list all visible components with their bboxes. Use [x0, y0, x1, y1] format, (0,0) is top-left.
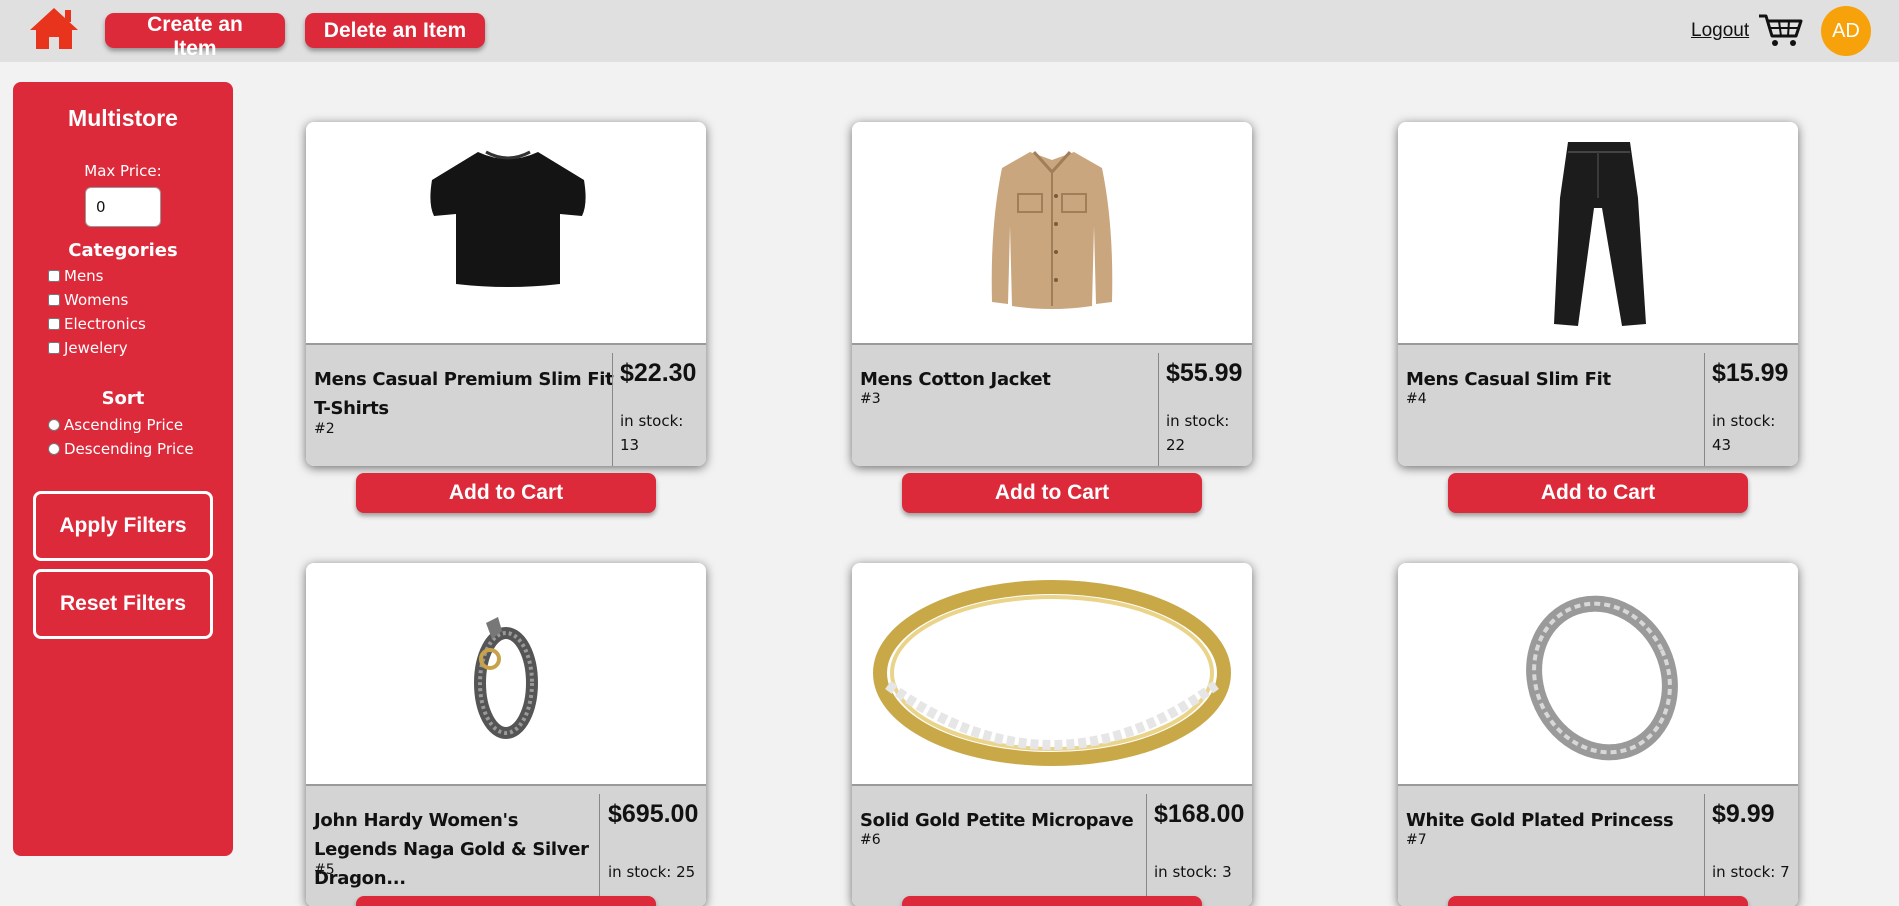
product-price: $22.30 [620, 359, 697, 387]
product-price: $15.99 [1712, 359, 1789, 387]
avatar[interactable]: AD [1821, 6, 1871, 56]
reset-filters-button[interactable]: Reset Filters [33, 569, 213, 639]
product-price: $168.00 [1154, 800, 1245, 828]
max-price-label: Max Price: [84, 162, 162, 180]
add-to-cart-button[interactable] [356, 896, 656, 906]
product-card[interactable]: Mens Casual Slim Fit #4 $15.99 in stock:… [1398, 122, 1798, 466]
product-stock: in stock: 7 [1712, 863, 1790, 881]
product-image [1398, 122, 1798, 341]
product-image [306, 563, 706, 782]
pants-icon [1554, 142, 1646, 326]
product-card[interactable]: Mens Cotton Jacket #3 $55.99 in stock: 2… [852, 122, 1252, 466]
sort-ascending-radio[interactable] [48, 419, 60, 431]
product-image [306, 122, 706, 341]
divider [1158, 353, 1159, 466]
delete-item-button[interactable]: Delete an Item [305, 13, 485, 48]
category-mens[interactable]: Mens [48, 266, 104, 286]
product-stock: in stock: 25 [608, 863, 696, 881]
product-id: #5 [314, 862, 335, 878]
product-info: Mens Cotton Jacket #3 $55.99 in stock: 2… [852, 343, 1252, 466]
product-price: $55.99 [1166, 359, 1243, 387]
jacket-icon [991, 150, 1113, 309]
home-icon[interactable] [28, 5, 80, 51]
gold-ring-icon [873, 580, 1231, 766]
divider [599, 794, 600, 906]
product-name: Mens Cotton Jacket [860, 369, 1051, 390]
product-id: #6 [860, 832, 881, 848]
product-info: Mens Casual Premium Slim Fit T-Shirts #2… [306, 343, 706, 466]
category-jewelery-checkbox[interactable] [48, 342, 60, 354]
product-price: $695.00 [608, 800, 699, 828]
cart-icon[interactable] [1757, 12, 1803, 48]
sort-descending-radio[interactable] [48, 443, 60, 455]
add-to-cart-button[interactable] [1448, 896, 1748, 906]
category-label: Mens [64, 267, 104, 285]
product-name: John Hardy Women's Legends Naga Gold & S… [314, 810, 589, 889]
category-womens-checkbox[interactable] [48, 294, 60, 306]
divider [1704, 794, 1705, 906]
add-to-cart-button[interactable]: Add to Cart [356, 473, 656, 513]
product-stock: in stock: 43 [1712, 412, 1776, 454]
sort-ascending[interactable]: Ascending Price [48, 415, 183, 435]
product-name: Mens Casual Slim Fit [1406, 369, 1611, 390]
store-title: Multistore [68, 105, 178, 131]
product-card[interactable]: John Hardy Women's Legends Naga Gold & S… [306, 563, 706, 906]
product-info: Solid Gold Petite Micropave #6 $168.00 i… [852, 784, 1252, 906]
product-info: Mens Casual Slim Fit #4 $15.99 in stock:… [1398, 343, 1798, 466]
sort-descending[interactable]: Descending Price [48, 439, 194, 459]
bracelet-icon [474, 617, 538, 739]
sort-label: Ascending Price [64, 416, 184, 434]
max-price-input[interactable] [85, 187, 161, 227]
create-item-button[interactable]: Create an Item [105, 13, 285, 60]
product-id: #7 [1406, 832, 1427, 848]
category-label: Jewelery [64, 339, 128, 357]
top-bar: Create an Item Delete an Item Logout AD [0, 0, 1899, 62]
product-stock: in stock: 22 [1166, 412, 1230, 454]
categories-title: Categories [68, 240, 178, 261]
category-mens-checkbox[interactable] [48, 270, 60, 282]
product-card[interactable]: Solid Gold Petite Micropave #6 $168.00 i… [852, 563, 1252, 906]
product-id: #4 [1406, 391, 1427, 407]
product-name: Solid Gold Petite Micropave [860, 810, 1134, 831]
product-stock: in stock: 3 [1154, 863, 1232, 881]
category-label: Electronics [64, 315, 146, 333]
product-price: $9.99 [1712, 800, 1775, 828]
divider [1146, 794, 1147, 906]
product-name: Mens Casual Premium Slim Fit T-Shirts [314, 369, 614, 419]
divider [612, 353, 613, 466]
product-stock: in stock: 13 [620, 412, 684, 454]
sort-title: Sort [101, 388, 145, 409]
divider [1704, 353, 1705, 466]
product-info: White Gold Plated Princess #7 $9.99 in s… [1398, 784, 1798, 906]
product-image [1398, 563, 1798, 782]
category-electronics-checkbox[interactable] [48, 318, 60, 330]
tshirt-icon [430, 150, 586, 287]
apply-filters-button[interactable]: Apply Filters [33, 491, 213, 561]
category-jewelery[interactable]: Jewelery [48, 338, 128, 358]
add-to-cart-button[interactable] [902, 896, 1202, 906]
product-id: #3 [860, 391, 881, 407]
logout-link[interactable]: Logout [1691, 20, 1749, 42]
filter-sidebar: Multistore Max Price: Categories Mens Wo… [13, 82, 233, 856]
add-to-cart-button[interactable]: Add to Cart [902, 473, 1202, 513]
category-electronics[interactable]: Electronics [48, 314, 146, 334]
product-image [852, 563, 1252, 782]
product-name: White Gold Plated Princess [1406, 810, 1674, 831]
product-card[interactable]: White Gold Plated Princess #7 $9.99 in s… [1398, 563, 1798, 906]
sort-label: Descending Price [64, 440, 194, 458]
category-label: Womens [64, 291, 129, 309]
category-womens[interactable]: Womens [48, 290, 128, 310]
silver-ring-icon [1526, 595, 1678, 761]
product-image [852, 122, 1252, 341]
add-to-cart-button[interactable]: Add to Cart [1448, 473, 1748, 513]
product-card[interactable]: Mens Casual Premium Slim Fit T-Shirts #2… [306, 122, 706, 466]
product-info: John Hardy Women's Legends Naga Gold & S… [306, 784, 706, 906]
product-id: #2 [314, 421, 335, 437]
